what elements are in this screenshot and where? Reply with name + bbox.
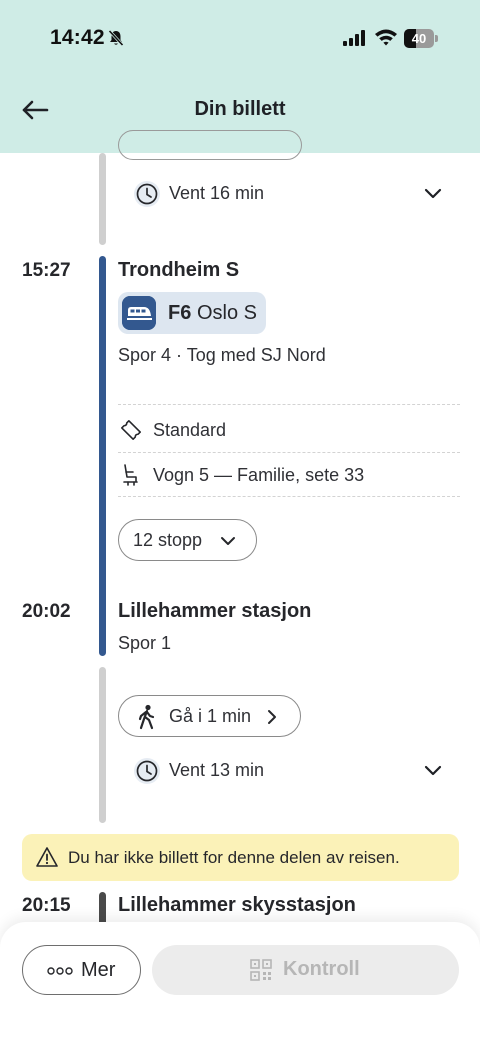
seat-icon xyxy=(123,464,138,486)
control-label: Kontroll xyxy=(283,958,360,980)
train-leg-line xyxy=(99,256,106,656)
next-stop-name: Lillehammer skysstasjon xyxy=(118,894,356,916)
divider xyxy=(118,404,460,405)
line-destination: Oslo S xyxy=(197,302,258,324)
clock-icon xyxy=(134,181,160,207)
chevron-down-icon[interactable] xyxy=(423,185,443,203)
arrival-stop: Lillehammer stasjon xyxy=(118,600,312,622)
status-time: 14:42 xyxy=(50,26,105,49)
chevron-right-icon xyxy=(268,710,276,724)
walk-wait-line xyxy=(99,153,106,245)
walk-label: Gå i 1 min xyxy=(169,706,252,726)
bell-slash-icon xyxy=(108,29,124,47)
wait-text: Vent 16 min xyxy=(169,183,265,203)
chevron-down-icon[interactable] xyxy=(423,762,443,780)
more-dots-icon xyxy=(47,967,73,975)
more-button[interactable]: Mer xyxy=(22,945,141,995)
seat-info: Vogn 5 — Familie, sete 33 xyxy=(153,465,365,485)
walk-icon xyxy=(138,704,155,730)
arrival-platform: Spor 1 xyxy=(118,633,172,653)
page-title: Din billett xyxy=(194,98,286,120)
ticket-class-row: Standard xyxy=(118,415,458,445)
warning-banner: Du har ikke billett for denne delen av r… xyxy=(22,834,459,881)
departure-stop: Trondheim S xyxy=(118,259,240,281)
next-time: 20:15 xyxy=(22,895,71,916)
stops-label: 12 stopp xyxy=(133,530,203,550)
stops-toggle[interactable]: 12 stopp xyxy=(118,519,257,561)
wait-text: Vent 13 min xyxy=(169,760,265,780)
ticket-icon xyxy=(121,420,141,440)
qr-code-icon xyxy=(250,959,272,981)
battery-level: 40 xyxy=(411,31,427,46)
departure-time: 15:27 xyxy=(22,260,71,281)
arrival-time: 20:02 xyxy=(22,601,71,622)
wait-row[interactable]: Vent 13 min xyxy=(133,756,443,786)
bottom-action-bar: Mer Kontroll xyxy=(0,922,480,1043)
train-icon xyxy=(122,296,156,330)
wait-row[interactable]: Vent 16 min xyxy=(133,179,443,209)
walk-button[interactable]: Gå i 1 min xyxy=(118,695,301,737)
signal-icon xyxy=(343,30,365,46)
divider xyxy=(118,496,460,497)
more-label: Mer xyxy=(81,959,116,981)
control-button[interactable]: Kontroll xyxy=(152,945,459,995)
divider xyxy=(118,452,460,453)
chevron-down-icon xyxy=(221,537,235,545)
clock-icon xyxy=(134,758,160,784)
warning-icon xyxy=(36,847,58,867)
collapsed-pill[interactable] xyxy=(118,130,302,160)
line-badge: F6 Oslo S xyxy=(118,292,266,334)
ticket-class: Standard xyxy=(153,420,227,440)
wifi-icon xyxy=(375,29,397,46)
seat-row: Vogn 5 — Familie, sete 33 xyxy=(118,460,458,490)
line-code: F6 xyxy=(168,302,192,324)
walk-wait-line xyxy=(99,667,106,823)
platform-info: Spor 4 · Tog med SJ Nord xyxy=(118,345,326,365)
battery-indicator: 40 xyxy=(404,29,438,48)
warning-text: Du har ikke billett for denne delen av r… xyxy=(68,848,400,867)
